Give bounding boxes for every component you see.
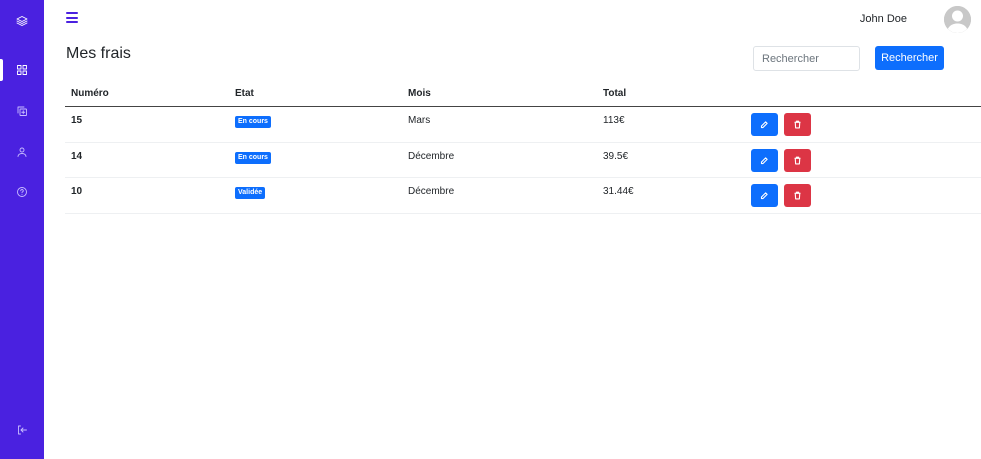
row-numero: 10 xyxy=(71,186,83,197)
user-name: John Doe xyxy=(859,13,907,25)
table-row: 10 Validée Décembre 31.44€ xyxy=(65,178,981,214)
column-header-etat: Etat xyxy=(235,88,254,99)
dashboard-grid-icon[interactable] xyxy=(0,58,44,82)
search-button[interactable]: Rechercher xyxy=(875,46,944,70)
edit-icon xyxy=(760,121,768,129)
row-numero: 15 xyxy=(71,115,83,126)
logout-icon[interactable] xyxy=(0,418,44,442)
row-total: 31.44€ xyxy=(603,186,634,197)
trash-icon xyxy=(794,191,801,200)
search-input[interactable] xyxy=(753,46,860,71)
row-mois: Décembre xyxy=(408,186,455,197)
user-icon[interactable] xyxy=(0,140,44,164)
status-badge: En cours xyxy=(235,151,271,164)
row-mois: Mars xyxy=(408,115,431,126)
delete-button[interactable] xyxy=(784,148,811,172)
delete-button[interactable] xyxy=(784,113,811,136)
copy-add-icon[interactable] xyxy=(0,99,44,123)
status-badge: Validée xyxy=(235,187,266,199)
row-total: 113€ xyxy=(603,115,625,126)
delete-button[interactable] xyxy=(784,184,811,207)
edit-button[interactable] xyxy=(751,148,778,172)
edit-icon xyxy=(760,156,768,164)
column-header-total: Total xyxy=(603,88,627,99)
page-title: Mes frais xyxy=(66,45,131,62)
column-header-mois: Mois xyxy=(408,88,431,99)
hamburger-menu-icon[interactable] xyxy=(66,12,78,24)
edit-button[interactable] xyxy=(751,113,778,136)
table-header: Numéro Etat Mois Total xyxy=(65,82,981,107)
avatar[interactable] xyxy=(944,6,971,33)
row-numero: 14 xyxy=(71,150,83,162)
row-mois: Décembre xyxy=(408,150,455,162)
status-badge: En cours xyxy=(235,116,271,128)
row-total: 39.5€ xyxy=(603,150,629,162)
table-row: 15 En cours Mars 113€ xyxy=(65,107,981,143)
edit-button[interactable] xyxy=(751,184,778,207)
edit-icon xyxy=(760,192,768,200)
logo-layers-icon[interactable] xyxy=(0,9,44,33)
sidebar xyxy=(0,0,44,459)
help-icon[interactable] xyxy=(0,180,44,204)
trash-icon xyxy=(794,120,801,129)
expenses-table: Numéro Etat Mois Total 15 En cours Mars … xyxy=(65,82,981,214)
trash-icon xyxy=(794,156,801,164)
column-header-numero: Numéro xyxy=(71,88,109,99)
table-row: 14 En cours Décembre 39.5€ xyxy=(65,143,981,178)
